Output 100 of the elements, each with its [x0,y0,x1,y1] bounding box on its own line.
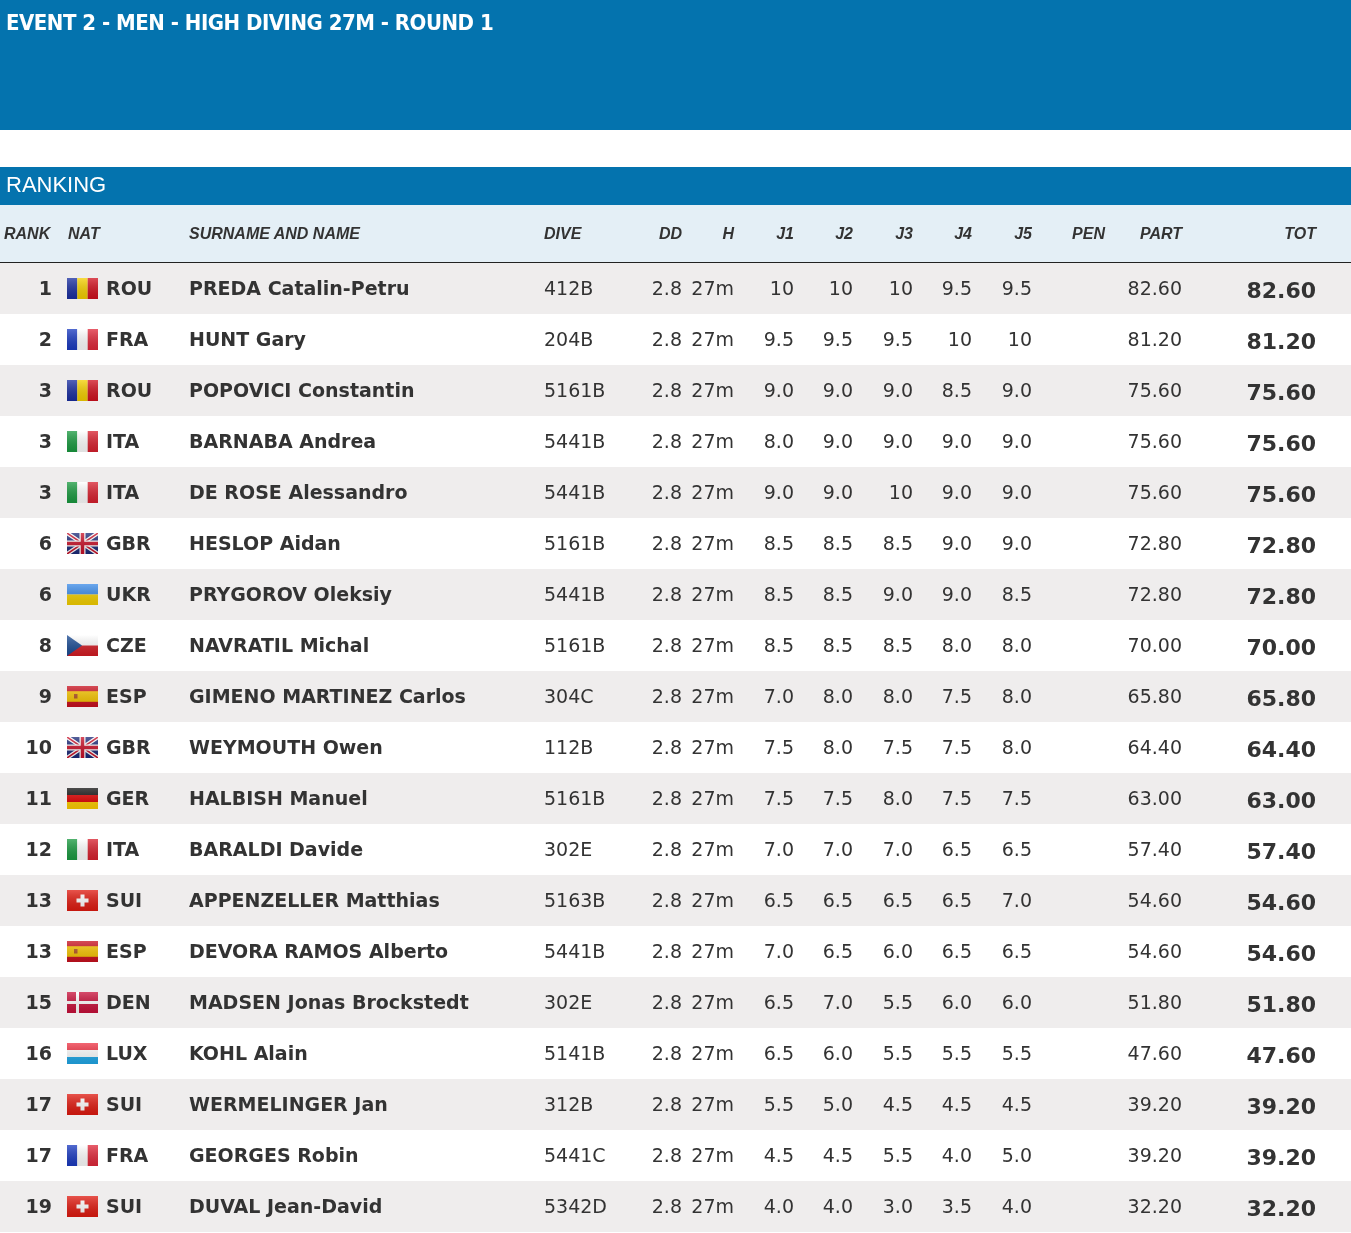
column-header: NAT [68,224,100,242]
judge-score: 8.5 [882,532,913,555]
judge-score: 10 [769,277,794,300]
flag-icon [67,1043,98,1064]
dive-code: 5161B [544,379,606,402]
judge-score: 8.0 [822,685,853,708]
judge-score: 8.0 [1001,634,1032,657]
judge-score: 3.5 [941,1195,972,1218]
column-header: J2 [835,224,853,242]
country-code: CZE [106,633,147,659]
difficulty-value: 2.8 [651,685,682,708]
judge-score: 9.0 [882,430,913,453]
rank-value: 13 [25,940,52,963]
height-value: 27m [691,532,734,555]
judge-score: 4.5 [1001,1093,1032,1116]
height-value: 27m [691,277,734,300]
partial-score: 54.60 [1127,940,1182,963]
judge-score: 6.5 [822,889,853,912]
judge-score: 9.0 [882,583,913,606]
country-code: ITA [106,429,140,455]
country-code: DEN [106,990,151,1016]
dive-code: 204B [544,328,594,351]
height-value: 27m [691,430,734,453]
dive-code: 302E [544,838,593,861]
judge-score: 7.0 [1001,889,1032,912]
difficulty-value: 2.8 [651,838,682,861]
judge-score: 3.0 [882,1195,913,1218]
country-code: SUI [106,1194,143,1220]
total-score: 70.00 [1246,635,1316,660]
judge-score: 9.0 [822,481,853,504]
judge-score: 7.0 [763,838,794,861]
height-value: 27m [691,940,734,963]
athlete-name: PREDA Catalin-Petru [188,277,410,300]
judge-score: 4.5 [763,1144,794,1167]
judge-score: 8.0 [1001,736,1032,759]
country-code: ESP [106,939,147,965]
partial-score: 75.60 [1127,481,1182,504]
judge-score: 5.0 [1001,1144,1032,1167]
judge-score: 10 [888,481,913,504]
difficulty-value: 2.8 [651,634,682,657]
difficulty-value: 2.8 [651,430,682,453]
dive-code: 5161B [544,532,606,555]
difficulty-value: 2.8 [651,1042,682,1065]
total-score: 64.40 [1246,737,1316,762]
flag-icon [67,737,98,758]
judge-score: 6.5 [1001,838,1032,861]
height-value: 27m [691,1195,734,1218]
judge-score: 6.5 [763,991,794,1014]
height-value: 27m [691,685,734,708]
judge-score: 8.5 [822,634,853,657]
athlete-name: DEVORA RAMOS Alberto [188,940,449,963]
total-score: 54.60 [1246,941,1316,966]
judge-score: 8.5 [763,634,794,657]
judge-score: 6.5 [941,940,972,963]
difficulty-value: 2.8 [651,583,682,606]
judge-score: 6.5 [1001,940,1032,963]
judge-score: 6.5 [763,889,794,912]
partial-score: 32.20 [1127,1195,1182,1218]
flag-icon [67,1094,98,1115]
height-value: 27m [691,1093,734,1116]
athlete-name: WEYMOUTH Owen [188,736,383,759]
partial-score: 57.40 [1127,838,1182,861]
judge-score: 9.0 [822,379,853,402]
column-header: PEN [1072,224,1105,242]
athlete-name: BARNABA Andrea [188,430,377,453]
dive-code: 5163B [544,889,606,912]
event-title: EVENT 2 - MEN - HIGH DIVING 27M - ROUND 1 [6,10,494,35]
difficulty-value: 2.8 [651,379,682,402]
judge-score: 9.0 [763,481,794,504]
judge-score: 9.5 [1001,277,1032,300]
column-header: SURNAME AND NAME [189,224,360,242]
judge-score: 5.5 [763,1093,794,1116]
country-code: GBR [106,735,151,761]
country-code: GER [106,786,150,812]
partial-score: 39.20 [1127,1093,1182,1116]
dive-code: 302E [544,991,593,1014]
judge-score: 9.0 [941,481,972,504]
flag-icon [67,482,98,503]
difficulty-value: 2.8 [651,532,682,555]
judge-score: 9.0 [822,430,853,453]
partial-score: 63.00 [1127,787,1182,810]
athlete-name: APPENZELLER Matthias [188,889,440,912]
judge-score: 8.5 [763,532,794,555]
country-code: SUI [106,888,143,914]
judge-score: 6.5 [882,889,913,912]
judge-score: 7.5 [1001,787,1032,810]
athlete-name: HUNT Gary [188,328,306,351]
judge-score: 5.5 [882,1042,913,1065]
total-score: 39.20 [1246,1145,1316,1170]
judge-score: 6.0 [941,991,972,1014]
dive-code: 5441B [544,430,606,453]
partial-score: 54.60 [1127,889,1182,912]
country-code: ROU [106,378,153,404]
flag-icon [67,584,98,605]
judge-score: 8.5 [941,379,972,402]
judge-score: 6.0 [1001,991,1032,1014]
flag-icon [67,533,98,554]
athlete-name: GEORGES Robin [188,1144,359,1167]
dive-code: 5441B [544,481,606,504]
judge-score: 4.0 [822,1195,853,1218]
